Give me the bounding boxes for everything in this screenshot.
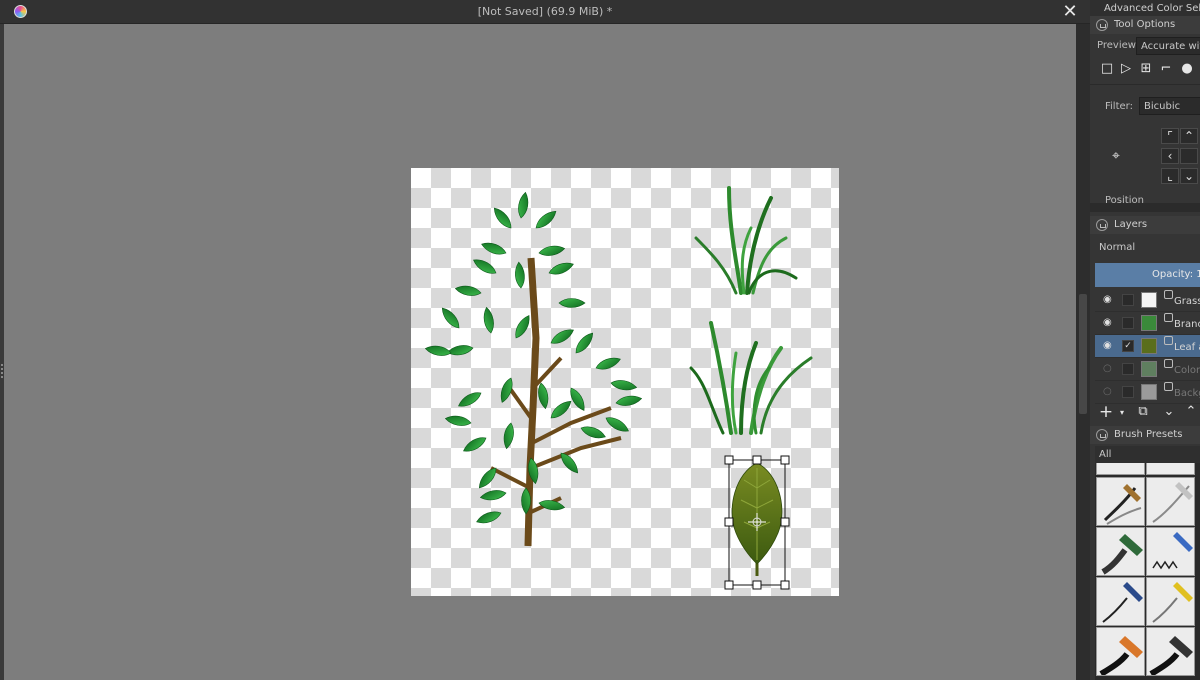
anchor-left-button[interactable]: ‹ [1161,148,1179,164]
docker-panel: Advanced Color Selector Tool Options Pre… [1090,0,1200,680]
brush-preset-grid [1095,463,1200,680]
anchor-top-button[interactable]: ⌃ [1180,128,1198,144]
layer-checkbox[interactable] [1122,317,1134,329]
anchor-center-button[interactable] [1180,148,1198,164]
branch-sprite [424,191,643,547]
blend-mode-select[interactable]: Normal [1095,239,1200,257]
layer-list: ◉ Grass B ◉ Branch ◉ ✓ Leaf a l [1095,289,1200,404]
layer-name: Leaf a l [1174,342,1200,353]
orange-brush-icon [1099,636,1143,675]
layer-name: Grass B [1174,296,1200,307]
layer-thumbnail [1141,384,1157,400]
document-title: [Not Saved] (69.9 MiB) * [477,5,613,18]
brush-preset[interactable] [1146,463,1195,475]
layer-lock-icon[interactable] [1164,336,1173,345]
brush-preset[interactable] [1096,477,1145,526]
layer-row-branch[interactable]: ◉ Branch [1095,312,1200,335]
lock-icon[interactable] [1096,19,1108,31]
layer-lock-icon[interactable] [1164,359,1173,368]
yellow-marker-brush-icon [1152,582,1193,623]
layer-lock-icon[interactable] [1164,382,1173,391]
eye-icon[interactable]: ◉ [1103,318,1115,328]
silver-pencil-brush-icon [1152,482,1193,523]
transform-mode-bar: □ ▷ ⊞ ⌐ ● [1090,57,1200,85]
preview-mode-select[interactable]: Accurate with [1136,37,1200,55]
layer-thumbnail [1141,338,1157,354]
move-layer-down-icon[interactable]: ⌄ [1161,404,1177,420]
layer-name: Branch [1174,319,1200,330]
tool-options-title-text: Tool Options [1114,19,1176,30]
layer-lock-icon[interactable] [1164,290,1173,299]
canvas-artwork [424,186,813,590]
green-pencil-brush-icon [1101,534,1143,575]
scrollbar-thumb[interactable] [1079,294,1087,414]
brush-preset[interactable] [1146,627,1195,676]
brush-tag-filter[interactable]: All [1095,446,1200,464]
free-transform-icon[interactable]: □ [1099,61,1115,77]
anchor-point-icon[interactable]: ⌖ [1108,148,1124,164]
eye-icon[interactable]: ◉ [1103,295,1115,305]
filter-select[interactable]: Bicubic [1139,97,1200,115]
eye-hidden-icon[interactable]: ○ [1103,364,1115,374]
anchor-bottom-left-button[interactable]: ⌞ [1161,168,1179,184]
lock-icon[interactable] [1096,219,1108,231]
ink-brush-icon [1149,636,1193,675]
pencil-brush-icon [1103,484,1142,525]
anchor-bottom-button[interactable]: ⌄ [1180,168,1198,184]
lock-icon[interactable] [1096,429,1108,441]
tool-options-scrollbar[interactable] [1090,203,1200,212]
brush-preset[interactable] [1096,527,1145,576]
layer-checkbox[interactable] [1122,363,1134,375]
liquify-icon[interactable]: ● [1179,61,1195,77]
brush-preset[interactable] [1096,577,1145,626]
splitter-grip-icon [1,364,3,378]
tool-options-title[interactable]: Tool Options [1090,16,1200,34]
brush-preset[interactable] [1096,627,1145,676]
layer-row-leaf[interactable]: ◉ ✓ Leaf a l [1095,335,1200,358]
dark-blue-pen-brush-icon [1102,582,1143,623]
layer-lock-icon[interactable] [1164,313,1173,322]
opacity-slider[interactable]: Opacity: 100% [1095,263,1200,287]
duplicate-layer-icon[interactable]: ⧉ [1135,404,1151,420]
brush-presets-title-text: Brush Presets [1114,429,1183,440]
filter-label: Filter: [1105,101,1133,112]
layer-thumbnail [1141,315,1157,331]
brush-presets-title[interactable]: Brush Presets [1090,426,1200,444]
layer-thumbnail [1141,361,1157,377]
layer-checkbox[interactable] [1122,386,1134,398]
krita-window: [Not Saved] (69.9 MiB) * ✕ Advanced Colo… [0,0,1200,680]
eye-icon[interactable]: ◉ [1103,341,1115,351]
layer-name: Color S [1174,365,1200,376]
layer-name: Backgro [1174,388,1200,399]
preview-label: Preview [1097,40,1136,51]
grass-sprite-2 [689,321,813,435]
eye-hidden-icon[interactable]: ○ [1103,387,1115,397]
canvas-vertical-scrollbar[interactable] [1076,24,1090,680]
layers-title-text: Layers [1114,219,1148,230]
layer-checkbox[interactable]: ✓ [1122,340,1134,352]
anchor-top-left-button[interactable]: ⌜ [1161,128,1179,144]
grass-sprite-1 [694,186,798,295]
layer-row-grass[interactable]: ◉ Grass B [1095,289,1200,312]
cage-icon[interactable]: ⌐ [1158,61,1174,77]
move-layer-up-icon[interactable]: ⌃ [1183,404,1199,420]
layer-row-color[interactable]: ○ Color S [1095,358,1200,381]
brush-preset[interactable] [1146,577,1195,626]
document-canvas[interactable] [411,168,839,596]
warp-icon[interactable]: ⊞ [1138,61,1154,77]
layer-thumbnail [1141,292,1157,308]
layers-title[interactable]: Layers [1090,216,1200,234]
add-layer-menu-icon[interactable]: ▾ [1114,405,1130,421]
perspective-icon[interactable]: ▷ [1118,61,1134,77]
blue-pen-brush-icon [1152,532,1193,570]
close-document-button[interactable]: ✕ [1060,1,1080,23]
brush-preset[interactable] [1146,477,1195,526]
layer-actions-bar: + ▾ ⧉ ⌄ ⌃ [1090,401,1200,423]
title-bar: [Not Saved] (69.9 MiB) * ✕ [0,0,1090,24]
brush-preset[interactable] [1146,527,1195,576]
add-layer-icon[interactable]: + [1098,404,1114,421]
brush-preset[interactable] [1096,463,1145,475]
canvas-area[interactable] [4,24,1076,680]
layer-checkbox[interactable] [1122,294,1134,306]
